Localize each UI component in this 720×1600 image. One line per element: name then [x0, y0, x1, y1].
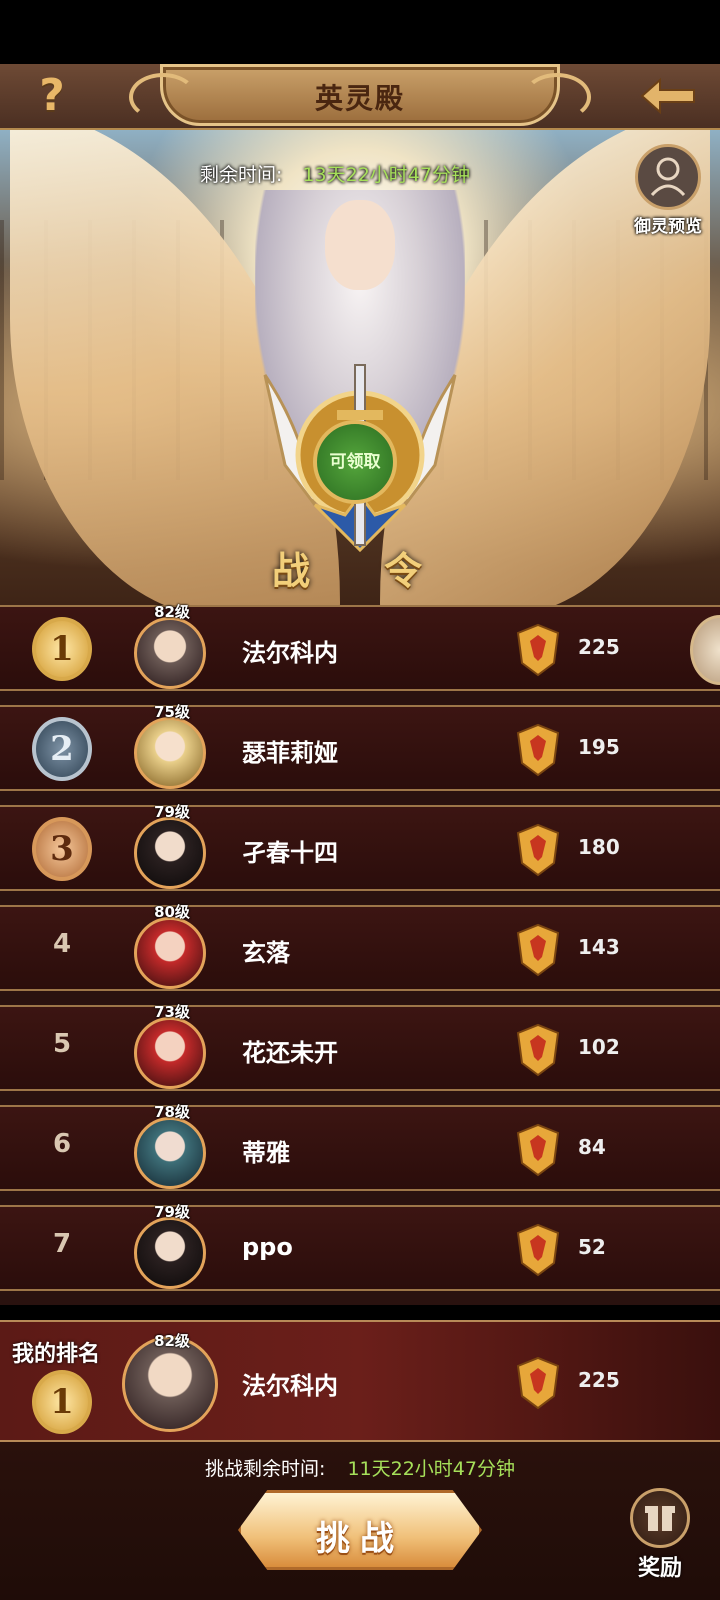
- avatar: [134, 717, 206, 789]
- ranking-row[interactable]: 7 79级 ppo 52: [0, 1203, 720, 1291]
- score-value: 225: [578, 635, 620, 659]
- rank-number: 4: [52, 929, 72, 959]
- reward-label: 奖励: [637, 1556, 682, 1581]
- header-bar: ? 英灵殿: [0, 64, 720, 130]
- avatar: [134, 917, 206, 989]
- hero-banner: 剩余时间: 13天22小时47分钟 御灵预览 可领取 战 令: [0, 130, 720, 605]
- angel-face: [325, 200, 395, 290]
- avatar: [134, 817, 206, 889]
- level-tag: 73级: [154, 1003, 190, 1021]
- gift-icon: [645, 1506, 675, 1531]
- player-name: 花还未开: [242, 1039, 338, 1067]
- season-timer-label: 剩余时间:: [200, 164, 283, 186]
- level-tag: 79级: [154, 803, 190, 821]
- trophy-icon: [516, 1123, 560, 1177]
- gold-medal-icon: 1: [32, 1370, 92, 1434]
- ranking-row[interactable]: 4 80级 玄落 143: [0, 903, 720, 991]
- ranking-row[interactable]: 1 82级 法尔科内 225: [0, 603, 720, 691]
- score-value: 84: [578, 1135, 606, 1159]
- spirit-preview-label: 御灵预览: [634, 217, 702, 237]
- level-tag: 82级: [154, 603, 190, 621]
- page-title: 英灵殿: [314, 82, 405, 115]
- level-tag: 75级: [154, 703, 190, 721]
- avatar: [134, 617, 206, 689]
- trophy-icon: [516, 623, 560, 677]
- ranking-row[interactable]: 5 73级 花还未开 102: [0, 1003, 720, 1091]
- trophy-icon: [516, 823, 560, 877]
- level-tag: 78级: [154, 1103, 190, 1121]
- person-silhouette-icon: [650, 157, 686, 197]
- help-button[interactable]: ?: [30, 72, 74, 120]
- season-timer: 剩余时间: 13天22小时47分钟: [200, 160, 470, 187]
- trophy-icon: [516, 1023, 560, 1077]
- challenge-timer: 挑战剩余时间: 11天22小时47分钟: [0, 1454, 720, 1481]
- back-arrow-icon: [640, 77, 695, 115]
- avatar: [134, 1117, 206, 1189]
- score-value: 180: [578, 835, 620, 859]
- trophy-icon: [516, 1356, 560, 1410]
- player-name: 瑟菲莉娅: [242, 739, 338, 767]
- challenge-button[interactable]: 挑战: [238, 1490, 482, 1570]
- rank-number: 5: [52, 1029, 72, 1059]
- avatar: [134, 1017, 206, 1089]
- score-value: 102: [578, 1035, 620, 1059]
- my-rank-label: 我的排名: [12, 1342, 101, 1367]
- trophy-icon: [516, 923, 560, 977]
- challenge-button-label: 挑战: [316, 1519, 404, 1559]
- status-bar: [0, 0, 720, 64]
- battle-pass-claim-badge[interactable]: 可领取: [313, 420, 397, 504]
- trophy-icon: [516, 723, 560, 777]
- player-name: 孑春十四: [242, 839, 338, 867]
- level-tag: 79级: [154, 1203, 190, 1221]
- person-icon: [635, 144, 701, 210]
- player-name: 蒂雅: [242, 1139, 290, 1167]
- battle-pass-label-char-1: 战: [272, 549, 311, 593]
- score-value: 195: [578, 735, 620, 759]
- title-plate: 英灵殿: [129, 64, 591, 126]
- level-tag: 80级: [154, 903, 190, 921]
- challenge-timer-value: 11天22小时47分钟: [347, 1458, 515, 1480]
- avatar: [134, 1217, 206, 1289]
- rank-number: 7: [52, 1229, 72, 1259]
- player-name: ppo: [242, 1233, 293, 1261]
- battle-pass-label-char-2: 令: [384, 549, 423, 593]
- spirit-preview-button[interactable]: 御灵预览: [616, 144, 720, 237]
- ranking-row[interactable]: 3 79级 孑春十四 180: [0, 803, 720, 891]
- trophy-icon: [516, 1223, 560, 1277]
- score-value: 225: [578, 1368, 620, 1392]
- reward-button[interactable]: 奖励: [620, 1488, 700, 1582]
- score-value: 143: [578, 935, 620, 959]
- level-tag: 82级: [154, 1332, 190, 1350]
- player-name: 玄落: [242, 939, 290, 967]
- player-name: 法尔科内: [242, 639, 338, 667]
- my-rank-row[interactable]: 我的排名 1 82级 法尔科内 225: [0, 1320, 720, 1442]
- chest-icon[interactable]: [690, 615, 720, 685]
- ranking-row[interactable]: 6 78级 蒂雅 84: [0, 1103, 720, 1191]
- gold-medal-icon: 1: [32, 617, 92, 681]
- back-button[interactable]: [638, 72, 698, 120]
- gift-box-icon: [630, 1488, 690, 1548]
- bottom-panel: 挑战剩余时间: 11天22小时47分钟 挑战 奖励: [0, 1442, 720, 1600]
- ranking-list: 1 82级 法尔科内 225 2 75级 瑟菲莉娅 195 3 79级 孑春十四…: [0, 603, 720, 1305]
- player-name: 法尔科内: [242, 1372, 338, 1400]
- ranking-row[interactable]: 2 75级 瑟菲莉娅 195: [0, 703, 720, 791]
- bronze-medal-icon: 3: [32, 817, 92, 881]
- silver-medal-icon: 2: [32, 717, 92, 781]
- rank-number: 6: [52, 1129, 72, 1159]
- season-timer-value: 13天22小时47分钟: [302, 164, 470, 186]
- challenge-timer-label: 挑战剩余时间:: [205, 1458, 326, 1480]
- score-value: 52: [578, 1235, 606, 1259]
